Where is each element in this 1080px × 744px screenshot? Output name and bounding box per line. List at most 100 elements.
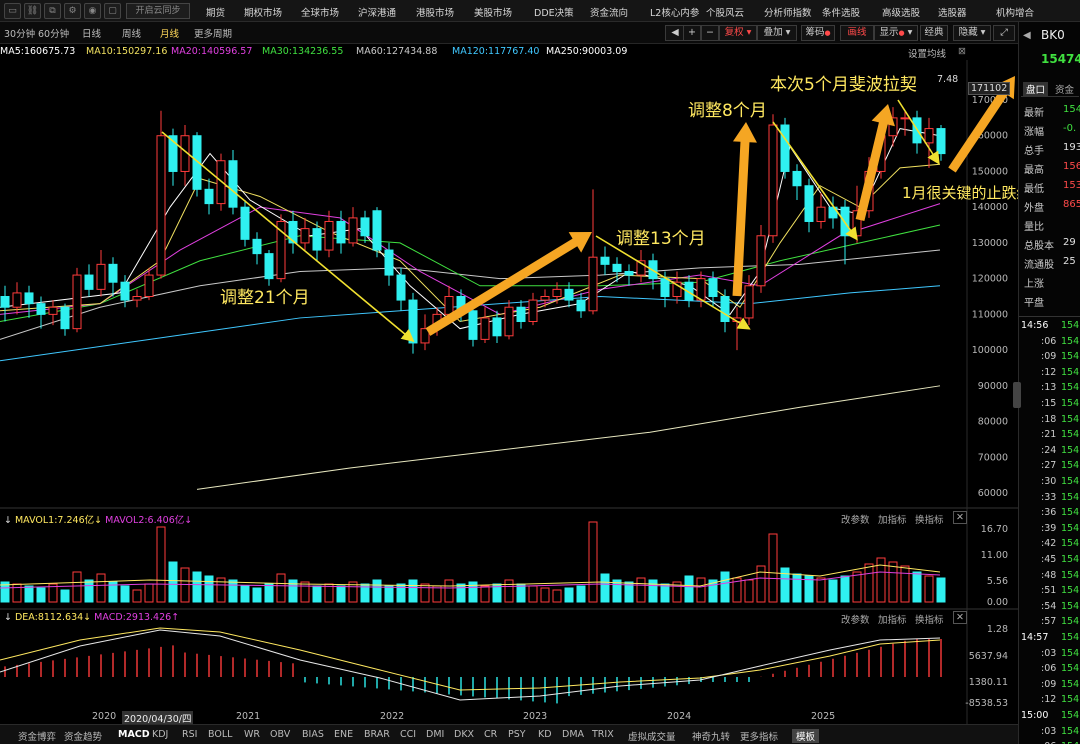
volume-add-button[interactable]: 加指标 bbox=[878, 512, 907, 526]
menu-item[interactable]: 期货 bbox=[206, 5, 225, 19]
chips-button[interactable]: 筹码● bbox=[801, 25, 835, 41]
tick-price: 154 bbox=[1061, 569, 1080, 581]
high-marker: 7.48 bbox=[937, 74, 959, 85]
candle-body bbox=[780, 124, 790, 172]
expand-icon[interactable]: ⤢ bbox=[993, 25, 1015, 41]
cloud-sync-button[interactable]: 开启云同步 bbox=[126, 3, 190, 19]
tick-time: :03 bbox=[1041, 725, 1057, 737]
candle-body bbox=[804, 185, 814, 222]
candle-body bbox=[348, 217, 358, 244]
tick-price: 154 bbox=[1061, 694, 1080, 706]
hide-dropdown[interactable]: 隐藏 ▾ bbox=[953, 25, 991, 41]
bottom-tab[interactable]: 更多指标 bbox=[740, 729, 778, 743]
display-dropdown[interactable]: 显示● ▾ bbox=[874, 25, 918, 41]
candle-body bbox=[384, 249, 394, 276]
bottom-tab[interactable]: DMI bbox=[426, 729, 444, 740]
draw-line-button[interactable]: 画线 bbox=[840, 25, 874, 41]
fuquan-dropdown[interactable]: 复权 ▾ bbox=[719, 25, 757, 41]
candle-body bbox=[924, 128, 934, 144]
settings-ma-link[interactable]: 设置均线 bbox=[908, 46, 946, 60]
bottom-tab[interactable]: OBV bbox=[270, 729, 290, 740]
tick-time: :21 bbox=[1041, 429, 1057, 441]
volume-params-button[interactable]: 改参数 bbox=[841, 512, 870, 526]
tick-price: 154 bbox=[1061, 335, 1080, 347]
collapse-icon[interactable]: ◀ bbox=[1023, 30, 1031, 41]
tab-pankou[interactable]: 盘口 bbox=[1023, 82, 1049, 96]
menu-item[interactable]: 港股市场 bbox=[416, 5, 454, 19]
menu-item[interactable]: 期权市场 bbox=[244, 5, 282, 19]
candle-body bbox=[768, 124, 778, 237]
menu-item[interactable]: 资金流向 bbox=[590, 5, 628, 19]
zoom-out-button[interactable]: − bbox=[701, 25, 719, 41]
bottom-tab[interactable]: TRIX bbox=[592, 729, 614, 740]
bottom-tab[interactable]: PSY bbox=[508, 729, 526, 740]
candle-body bbox=[372, 210, 382, 251]
menu-item[interactable]: 选股器 bbox=[938, 5, 967, 19]
period-tab[interactable]: 60分钟 bbox=[38, 26, 69, 40]
period-tab[interactable]: 周线 bbox=[122, 26, 141, 40]
bottom-tab[interactable]: BRAR bbox=[364, 729, 390, 740]
volume-close-icon[interactable]: ✕ bbox=[953, 511, 967, 524]
bottom-tab[interactable]: CR bbox=[484, 729, 497, 740]
menu-item[interactable]: L2核心内参 bbox=[650, 5, 699, 19]
macd-swap-button[interactable]: 换指标 bbox=[915, 612, 944, 626]
macd-axis: 1.28 5637.94 1380.11 -8538.53 bbox=[965, 624, 1008, 709]
bottom-tab[interactable]: BOLL bbox=[208, 729, 232, 740]
volume-swap-button[interactable]: 换指标 bbox=[915, 512, 944, 526]
menu-item[interactable]: 高级选股 bbox=[882, 5, 920, 19]
bottom-tab[interactable]: KDJ bbox=[152, 729, 168, 740]
bottom-tab[interactable]: MACD bbox=[118, 729, 150, 740]
bottom-tab[interactable]: ENE bbox=[334, 729, 353, 740]
menu-item[interactable]: 分析师指数 bbox=[764, 5, 812, 19]
copy-icon[interactable]: ⧉ bbox=[44, 3, 61, 19]
macd-params-button[interactable]: 改参数 bbox=[841, 612, 870, 626]
zoom-in-button[interactable]: + bbox=[683, 25, 701, 41]
candle-body bbox=[12, 292, 22, 308]
macd-tick: 1380.11 bbox=[969, 677, 1008, 688]
eye-icon[interactable]: ◉ bbox=[84, 3, 101, 19]
quote-label: 最新 bbox=[1024, 108, 1044, 119]
macd-add-button[interactable]: 加指标 bbox=[878, 612, 907, 626]
bottom-tab[interactable]: DKX bbox=[454, 729, 474, 740]
menu-item[interactable]: 机构增合 bbox=[996, 5, 1034, 19]
ma-value: MA60:127434.88 bbox=[356, 46, 438, 57]
macd-close-icon[interactable]: ✕ bbox=[953, 611, 967, 624]
candle-body bbox=[408, 299, 418, 344]
candle-body bbox=[756, 235, 766, 287]
bottom-tab[interactable]: KD bbox=[538, 729, 552, 740]
tick-price: 154 bbox=[1061, 444, 1080, 456]
menu-item[interactable]: 条件选股 bbox=[822, 5, 860, 19]
bottom-tab[interactable]: WR bbox=[244, 729, 260, 740]
period-tab[interactable]: 30分钟 bbox=[4, 26, 35, 40]
bottom-tab[interactable]: DMA bbox=[562, 729, 584, 740]
link-icon[interactable]: ⛓ bbox=[24, 3, 41, 19]
menu-item[interactable]: 个股风云 bbox=[706, 5, 744, 19]
minimize-icon[interactable]: ▭ bbox=[4, 3, 21, 19]
overlay-dropdown[interactable]: 叠加 ▾ bbox=[757, 25, 797, 41]
gear-icon[interactable]: ⚙ bbox=[64, 3, 81, 19]
period-tab[interactable]: 月线 bbox=[160, 26, 179, 40]
menu-item[interactable]: 美股市场 bbox=[474, 5, 512, 19]
classic-button[interactable]: 经典 bbox=[920, 25, 948, 41]
bottom-tab[interactable]: RSI bbox=[182, 729, 197, 740]
nav-left-button[interactable]: ◀ bbox=[665, 25, 685, 41]
bottom-tab[interactable]: 虚拟成交量 bbox=[628, 729, 676, 743]
price-tick: 110000 bbox=[972, 309, 1008, 320]
candle-body bbox=[24, 292, 34, 305]
bottom-tab[interactable]: 资金博弈 bbox=[18, 729, 56, 743]
square-icon[interactable]: ▢ bbox=[104, 3, 121, 19]
menu-item[interactable]: 沪深港通 bbox=[358, 5, 396, 19]
bottom-tab[interactable]: 模板 bbox=[792, 729, 820, 743]
bottom-tab[interactable]: 神奇九转 bbox=[692, 729, 730, 743]
year-label: 2020 bbox=[92, 711, 117, 722]
menu-item[interactable]: 全球市场 bbox=[301, 5, 339, 19]
tab-zijin[interactable]: 资金 bbox=[1055, 82, 1074, 96]
period-tab[interactable]: 日线 bbox=[82, 26, 101, 40]
period-tab[interactable]: 更多周期 bbox=[194, 26, 232, 40]
panel-drag-handle[interactable] bbox=[1013, 382, 1021, 408]
close-ma-icon[interactable]: ⊠ bbox=[958, 46, 966, 57]
bottom-tab[interactable]: CCI bbox=[400, 729, 416, 740]
bottom-tab[interactable]: 资金趋势 bbox=[64, 729, 102, 743]
bottom-tab[interactable]: BIAS bbox=[302, 729, 324, 740]
menu-item[interactable]: DDE决策 bbox=[534, 5, 574, 19]
